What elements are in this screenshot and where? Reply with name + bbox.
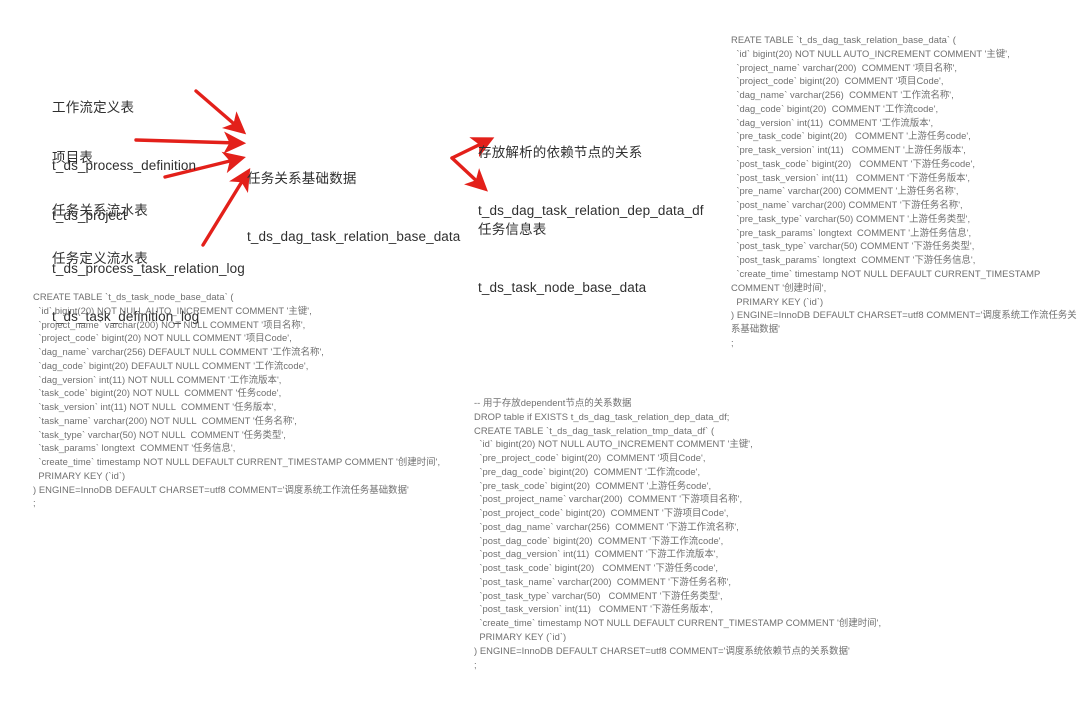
sql-line: `dag_version` int(11) NOT NULL COMMENT '… (33, 373, 282, 385)
node-task-node-base-data-cn: 任务信息表 (478, 222, 547, 238)
sql-line: DROP table if EXISTS t_ds_dag_task_relat… (474, 410, 730, 422)
sql-line: `post_task_code` bigint(20) COMMENT '下游任… (474, 562, 719, 574)
sql-line: `task_version` int(11) NOT NULL COMMENT … (33, 401, 277, 413)
sql-line: `post_dag_name` varchar(256) COMMENT '下游… (474, 520, 739, 532)
sql-line: `post_task_type` varchar(50) COMMENT '下游… (474, 589, 723, 601)
sql-line: `task_code` bigint(20) NOT NULL COMMENT … (33, 387, 282, 399)
sql-line: `pre_dag_code` bigint(20) COMMENT '工作流co… (474, 465, 701, 477)
sql-line: `pre_project_code` bigint(20) COMMENT '项… (474, 452, 706, 464)
sql-block-task-node-base-data: CREATE TABLE `t_ds_task_node_base_data` … (33, 290, 453, 510)
sql-line: `pre_name` varchar(200) COMMENT '上游任务名称'… (731, 185, 959, 197)
sql-line: `task_params` longtext COMMENT '任务信息', (33, 442, 236, 454)
sql-line: `post_task_version` int(11) COMMENT '下游任… (474, 603, 714, 615)
node-task-node-base-data-table: t_ds_task_node_base_data (478, 279, 647, 295)
node-dag-task-relation-base-data-table: t_ds_dag_task_relation_base_data (247, 228, 461, 244)
sql-block-dag-task-relation-base-data: REATE TABLE `t_ds_dag_task_relation_base… (731, 33, 1080, 350)
sql-line: `id` bigint(20) NOT NULL AUTO_INCREMENT … (731, 47, 1010, 59)
node-task-definition-log-cn: 任务定义流水表 (52, 251, 148, 267)
sql-line: `post_task_name` varchar(200) COMMENT '下… (474, 575, 732, 587)
sql-line: `post_project_code` bigint(20) COMMENT '… (474, 507, 729, 519)
sql-line: ; (731, 336, 734, 348)
sql-line: `post_task_params` longtext COMMENT '下游任… (731, 254, 976, 266)
sql-line: `task_name` varchar(200) NOT NULL COMMEN… (33, 414, 297, 426)
sql-line: `post_task_code` bigint(20) COMMENT '下游任… (731, 157, 976, 169)
sql-line: PRIMARY KEY (`id`) (731, 295, 824, 307)
sql-line: `project_name` varchar(200) NOT NULL COM… (33, 318, 306, 330)
sql-line: REATE TABLE `t_ds_dag_task_relation_base… (731, 34, 956, 45)
sql-line: `post_project_name` varchar(200) COMMENT… (474, 493, 743, 505)
arrow-process-definition-to-center (194, 89, 247, 135)
sql-line: `post_name` varchar(200) COMMENT '下游任务名称… (731, 199, 963, 211)
sql-line: `create_time` timestamp NOT NULL DEFAULT… (731, 268, 1043, 293)
sql-line: `post_dag_version` int(11) COMMENT '下游工作… (474, 548, 719, 560)
sql-line: CREATE TABLE `t_ds_dag_task_relation_tmp… (474, 424, 715, 436)
sql-line: `dag_name` varchar(256) COMMENT '工作流名称', (731, 89, 954, 101)
sql-line: -- 用于存放dependent节点的关系数据 (474, 397, 632, 408)
sql-line: PRIMARY KEY (`id`) (33, 469, 126, 481)
sql-line: CREATE TABLE `t_ds_task_node_base_data` … (33, 291, 234, 302)
sql-line: `post_task_type` varchar(50) COMMENT '下游… (731, 240, 975, 252)
sql-line: `create_time` timestamp NOT NULL DEFAULT… (474, 617, 882, 629)
sql-line: `create_time` timestamp NOT NULL DEFAULT… (33, 456, 441, 468)
sql-block-dag-task-relation-tmp-data-df: -- 用于存放dependent节点的关系数据 DROP table if EXI… (474, 396, 894, 671)
sql-line: `id` bigint(20) NOT NULL AUTO_INCREMENT … (33, 304, 312, 316)
sql-line: `pre_task_type` varchar(50) COMMENT '上游任… (731, 212, 971, 224)
sql-line: `post_dag_code` bigint(20) COMMENT '下游工作… (474, 534, 724, 546)
diagram-canvas: 工作流定义表 t_ds_process_definition 项目表 t_ds_… (0, 0, 1080, 722)
sql-line: `pre_task_version` int(11) COMMENT '上游任务… (731, 144, 966, 156)
sql-line: `dag_code` bigint(20) COMMENT '工作流code', (731, 102, 939, 114)
sql-line: `dag_code` bigint(20) DEFAULT NULL COMME… (33, 359, 309, 371)
node-dag-task-relation-base-data-cn: 任务关系基础数据 (247, 171, 357, 187)
sql-line: `project_name` varchar(200) COMMENT '项目名… (731, 61, 958, 73)
node-task-node-base-data: 任务信息表 t_ds_task_node_base_data (478, 182, 646, 335)
sql-line: `pre_task_code` bigint(20) COMMENT '上游任务… (474, 479, 712, 491)
sql-line: `pre_task_params` longtext COMMENT '上游任务… (731, 226, 972, 238)
node-dag-task-relation-dep-data-df-cn: 存放解析的依赖节点的关系 (478, 145, 643, 161)
sql-line: PRIMARY KEY (`id`) (474, 631, 567, 643)
sql-line: `task_type` varchar(50) NOT NULL COMMENT… (33, 428, 286, 440)
sql-line: `pre_task_code` bigint(20) COMMENT '上游任务… (731, 130, 971, 142)
sql-line: `project_code` bigint(20) NOT NULL COMME… (33, 332, 292, 344)
sql-line: `dag_version` int(11) COMMENT '工作流版本', (731, 116, 934, 128)
sql-line: `dag_name` varchar(256) DEFAULT NULL COM… (33, 346, 324, 358)
sql-line: ; (33, 497, 36, 509)
sql-line: ; (474, 658, 477, 670)
sql-line: ) ENGINE=InnoDB DEFAULT CHARSET=utf8 COM… (33, 483, 409, 495)
sql-line: ) ENGINE=InnoDB DEFAULT CHARSET=utf8 COM… (731, 309, 1077, 335)
sql-line: `id` bigint(20) NOT NULL AUTO_INCREMENT … (474, 438, 753, 450)
sql-line: `project_code` bigint(20) COMMENT '项目Cod… (731, 75, 944, 87)
sql-line: ) ENGINE=InnoDB DEFAULT CHARSET=utf8 COM… (474, 644, 850, 656)
node-dag-task-relation-base-data: 任务关系基础数据 t_ds_dag_task_relation_base_dat… (247, 131, 460, 284)
sql-line: `post_task_version` int(11) COMMENT '下游任… (731, 171, 971, 183)
